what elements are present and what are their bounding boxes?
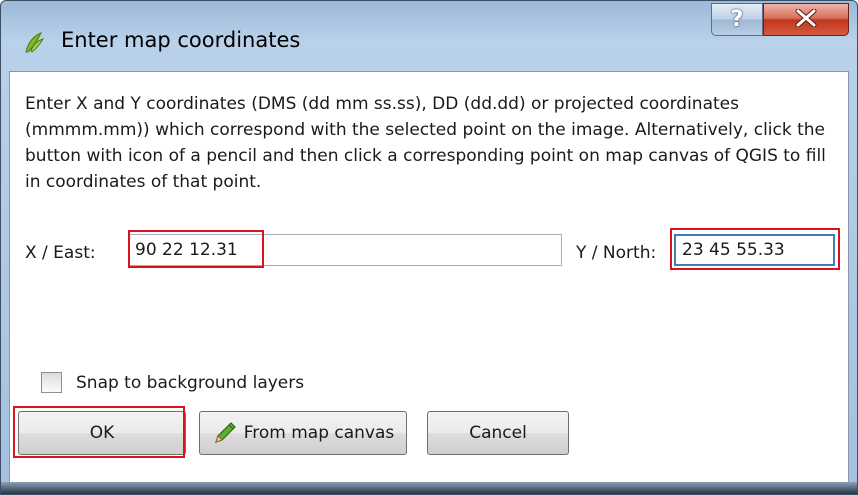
y-north-label: Y / North: <box>576 243 657 263</box>
snap-checkbox[interactable] <box>41 372 62 393</box>
ok-button-label: OK <box>89 423 115 443</box>
cancel-button[interactable]: Cancel <box>427 411 569 455</box>
x-east-field[interactable] <box>128 234 562 266</box>
y-north-input[interactable] <box>676 236 833 264</box>
instructions-text: Enter X and Y coordinates (DMS (dd mm ss… <box>25 94 826 192</box>
window-title: Enter map coordinates <box>61 28 301 52</box>
question-mark-icon: ? <box>730 7 744 32</box>
dialog-body: Enter X and Y coordinates (DMS (dd mm ss… <box>9 71 849 485</box>
help-button[interactable]: ? <box>711 3 763 36</box>
pencil-icon <box>212 420 238 446</box>
cancel-button-label: Cancel <box>469 423 527 443</box>
from-map-canvas-button[interactable]: From map canvas <box>199 411 407 455</box>
y-north-field[interactable] <box>674 234 835 266</box>
dialog-window: Enter map coordinates ? Enter X and Y co… <box>0 0 858 495</box>
close-icon <box>795 8 817 31</box>
x-east-input[interactable] <box>129 235 561 265</box>
title-bar[interactable]: Enter map coordinates ? <box>1 1 858 71</box>
snap-label[interactable]: Snap to background layers <box>76 373 304 393</box>
x-east-label: X / East: <box>25 243 96 263</box>
close-button[interactable] <box>763 3 849 36</box>
ok-button[interactable]: OK <box>18 411 186 455</box>
qgis-icon <box>22 31 46 55</box>
from-map-canvas-label: From map canvas <box>243 423 395 443</box>
